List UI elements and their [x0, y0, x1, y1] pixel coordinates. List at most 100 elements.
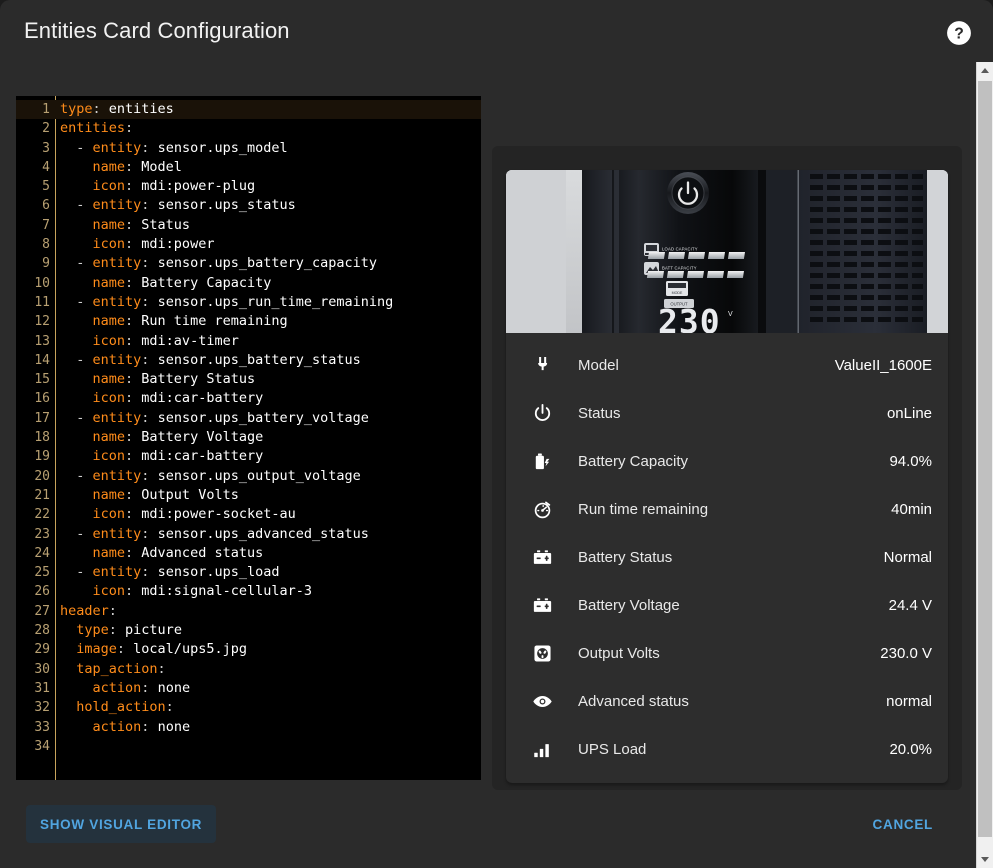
- line-number: 30: [34, 661, 50, 677]
- show-visual-editor-button[interactable]: SHOW VISUAL EDITOR: [26, 805, 217, 843]
- line-number: 32: [34, 700, 50, 716]
- line-number: 9: [42, 256, 50, 272]
- code-line[interactable]: 5 icon: mdi:power-plug: [16, 177, 481, 196]
- entity-row[interactable]: Battery Status Normal: [522, 533, 932, 581]
- code-text: - entity: sensor.ups_battery_status: [60, 351, 361, 368]
- entity-row[interactable]: Run time remaining 40min: [522, 485, 932, 533]
- code-line[interactable]: 11 - entity: sensor.ups_run_time_remaini…: [16, 293, 481, 312]
- code-line[interactable]: 32 hold_action:: [16, 698, 481, 717]
- code-text: - entity: sensor.ups_run_time_remaining: [60, 293, 394, 310]
- code-line[interactable]: 18 name: Battery Voltage: [16, 428, 481, 447]
- entities-card-configuration-dialog: Entities Card Configuration ? 1 type: ent…: [0, 0, 993, 868]
- code-line[interactable]: 2 entities:: [16, 119, 481, 138]
- lcd-reading: 230: [658, 302, 721, 333]
- entity-row-value: 94.0%: [889, 452, 932, 470]
- code-text: - entity: sensor.ups_advanced_status: [60, 525, 369, 542]
- code-text: - entity: sensor.ups_model: [60, 139, 288, 156]
- help-circle-icon[interactable]: ?: [946, 20, 972, 46]
- code-line[interactable]: 21 name: Output Volts: [16, 486, 481, 505]
- code-text: icon: mdi:car-battery: [92, 390, 264, 407]
- code-line[interactable]: 27 header:: [16, 602, 481, 621]
- code-line[interactable]: 22 icon: mdi:power-socket-au: [16, 505, 481, 524]
- line-number: 8: [42, 237, 50, 253]
- code-line[interactable]: 31 action: none: [16, 679, 481, 698]
- code-line[interactable]: 12 name: Run time remaining: [16, 312, 481, 331]
- code-text: icon: mdi:av-timer: [92, 332, 239, 349]
- code-text: hold_action:: [76, 699, 174, 716]
- code-line[interactable]: 4 name: Model: [16, 158, 481, 177]
- scroll-up-arrow-icon[interactable]: [977, 62, 993, 79]
- code-line[interactable]: 9 - entity: sensor.ups_battery_capacity: [16, 254, 481, 273]
- entity-row[interactable]: Advanced status normal: [522, 677, 932, 725]
- code-line[interactable]: 13 icon: mdi:av-timer: [16, 332, 481, 351]
- line-number: 7: [42, 217, 50, 233]
- power-icon: [522, 402, 562, 425]
- entity-row-name: Run time remaining: [578, 500, 709, 518]
- signal-cellular-3-icon: [522, 738, 562, 761]
- code-text: name: Advanced status: [92, 544, 264, 561]
- svg-text:?: ?: [954, 26, 964, 43]
- code-line[interactable]: 28 type: picture: [16, 621, 481, 640]
- code-line[interactable]: 8 icon: mdi:power: [16, 235, 481, 254]
- line-number: 16: [34, 391, 50, 407]
- vertical-scrollbar[interactable]: [976, 62, 993, 868]
- code-line[interactable]: 16 icon: mdi:car-battery: [16, 389, 481, 408]
- entity-row-name: Advanced status: [578, 692, 689, 710]
- entity-row[interactable]: Battery Capacity 94.0%: [522, 437, 932, 485]
- code-line[interactable]: 17 - entity: sensor.ups_battery_voltage: [16, 409, 481, 428]
- entity-row-name: Battery Capacity: [578, 452, 689, 470]
- code-line[interactable]: 15 name: Battery Status: [16, 370, 481, 389]
- code-line[interactable]: 30 tap_action:: [16, 660, 481, 679]
- code-line[interactable]: 7 name: Status: [16, 216, 481, 235]
- code-text: - entity: sensor.ups_output_voltage: [60, 467, 361, 484]
- dialog-body: 1 type: entities 2 entities: 3 - entity: sen…: [0, 68, 967, 800]
- code-line[interactable]: 1 type: entities: [16, 100, 481, 120]
- code-line[interactable]: 24 name: Advanced status: [16, 544, 481, 563]
- code-line[interactable]: 6 - entity: sensor.ups_status: [16, 196, 481, 215]
- code-line[interactable]: 3 - entity: sensor.ups_model: [16, 139, 481, 158]
- line-number: 2: [42, 121, 50, 137]
- line-number: 29: [34, 642, 50, 658]
- entity-row[interactable]: Model ValueII_1600E: [522, 341, 932, 389]
- entity-row[interactable]: Output Volts 230.0 V: [522, 629, 932, 677]
- car-battery-icon: [522, 594, 562, 617]
- code-line[interactable]: 19 icon: mdi:car-battery: [16, 447, 481, 466]
- line-number: 26: [34, 584, 50, 600]
- scroll-down-arrow-icon[interactable]: [977, 851, 993, 868]
- code-line[interactable]: 25 - entity: sensor.ups_load: [16, 563, 481, 582]
- code-text: image: local/ups5.jpg: [76, 641, 247, 658]
- code-line[interactable]: 20 - entity: sensor.ups_output_voltage: [16, 467, 481, 486]
- entity-row[interactable]: Status onLine: [522, 389, 932, 437]
- entity-row[interactable]: Battery Voltage 24.4 V: [522, 581, 932, 629]
- code-text: action: none: [92, 679, 191, 696]
- entity-row-value: 20.0%: [889, 740, 932, 758]
- code-lines[interactable]: 1 type: entities 2 entities: 3 - entity: sen…: [16, 96, 481, 756]
- entity-row-name: Battery Voltage: [578, 596, 680, 614]
- cancel-button[interactable]: CANCEL: [865, 805, 941, 843]
- entity-rows-list: Model ValueII_1600E Status onLine Battery Ca…: [506, 333, 948, 783]
- entity-row-value: Normal: [883, 548, 932, 566]
- code-line[interactable]: 29 image: local/ups5.jpg: [16, 640, 481, 659]
- code-text: type: entities: [60, 101, 174, 117]
- scrollbar-thumb[interactable]: [978, 81, 992, 837]
- code-text: name: Battery Voltage: [92, 429, 264, 446]
- code-text: name: Battery Capacity: [92, 274, 272, 291]
- code-text: entities:: [60, 120, 134, 137]
- code-text: - entity: sensor.ups_battery_capacity: [60, 255, 378, 272]
- code-line[interactable]: 14 - entity: sensor.ups_battery_status: [16, 351, 481, 370]
- code-line[interactable]: 10 name: Battery Capacity: [16, 274, 481, 293]
- code-line[interactable]: 34: [16, 737, 481, 756]
- entity-row-value: 230.0 V: [880, 644, 932, 662]
- line-number: 19: [34, 449, 50, 465]
- entity-row[interactable]: UPS Load 20.0%: [522, 725, 932, 773]
- code-text: name: Run time remaining: [92, 313, 288, 330]
- code-line[interactable]: 33 action: none: [16, 718, 481, 737]
- code-line[interactable]: 23 - entity: sensor.ups_advanced_status: [16, 525, 481, 544]
- entity-row-value: 24.4 V: [888, 596, 932, 614]
- yaml-code-editor[interactable]: 1 type: entities 2 entities: 3 - entity: sen…: [16, 96, 481, 780]
- code-text: name: Model: [92, 158, 182, 175]
- card-header-picture[interactable]: LOAD CAPACITY BATT CAPACITY MODE OUTPUT …: [506, 170, 948, 333]
- code-line[interactable]: 26 icon: mdi:signal-cellular-3: [16, 582, 481, 601]
- car-battery-icon: [522, 546, 562, 569]
- code-text: action: none: [92, 718, 191, 735]
